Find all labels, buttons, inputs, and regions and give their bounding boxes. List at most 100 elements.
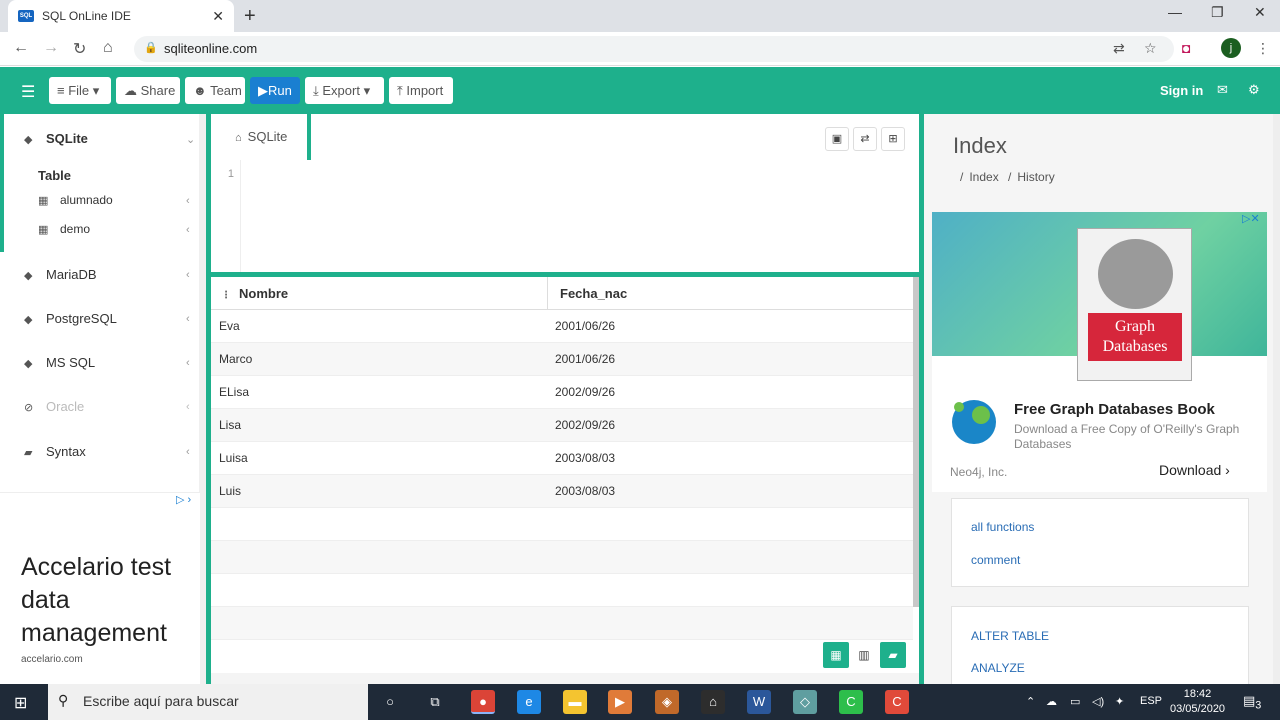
profile-avatar[interactable]: j <box>1221 38 1241 58</box>
bookmark-star-icon[interactable]: ☆ <box>1144 40 1157 57</box>
battery-icon[interactable]: ▭ <box>1070 695 1080 708</box>
media-icon[interactable]: ▶ <box>608 690 632 714</box>
grid-view-icon[interactable]: ▦ <box>823 642 849 668</box>
sql-favicon-icon: SQL <box>18 10 34 22</box>
sidebar-item-mariadb[interactable]: ◆ MariaDB <box>24 267 97 282</box>
sidebar-item-postgresql[interactable]: ◆ PostgreSQL <box>24 311 117 326</box>
table-row[interactable]: Marco 2001/06/26 <box>211 343 913 376</box>
cortana-icon[interactable]: ○ <box>378 690 402 714</box>
add-tab-icon[interactable]: ⊞ <box>881 127 905 151</box>
table-row[interactable]: Luisa 2003/08/03 <box>211 442 913 475</box>
download-button[interactable]: Download › <box>1159 462 1230 478</box>
app-icon[interactable]: ◇ <box>793 690 817 714</box>
results-scrollbar[interactable] <box>913 277 919 607</box>
edge-icon[interactable]: e <box>517 690 541 714</box>
minimize-icon[interactable]: — <box>1168 4 1182 20</box>
adchoices-icon[interactable]: ▷✕ <box>1242 212 1260 225</box>
chevron-left-icon[interactable]: ‹ <box>186 313 190 325</box>
dropbox-icon[interactable]: ✦ <box>1115 695 1124 708</box>
tab-sqlite[interactable]: ⌂ SQLite <box>211 114 311 160</box>
link-alter-table[interactable]: ALTER TABLE <box>971 629 1049 643</box>
chevron-left-icon[interactable]: ‹ <box>186 446 190 458</box>
link-all-functions[interactable]: all functions <box>971 520 1034 534</box>
recorder-icon[interactable]: C <box>885 690 909 714</box>
sidebar-item-oracle[interactable]: ⊘ Oracle <box>24 399 84 414</box>
clock[interactable]: 18:42 03/05/2020 <box>1170 687 1225 717</box>
file-button[interactable]: ≡ File ▾ <box>49 77 111 104</box>
sidebar-item-sqlite[interactable]: ◆ SQLite <box>24 131 88 146</box>
chevron-down-icon[interactable]: ⌄ <box>186 133 195 146</box>
sidebar-ad[interactable]: ▷ › Accelario test data management accel… <box>0 492 200 684</box>
volume-icon[interactable]: ◁) <box>1092 695 1104 708</box>
neo4j-ad[interactable]: ▷✕ Graph Databases Free Graph Databases … <box>932 212 1267 492</box>
chrome-icon[interactable]: ● <box>471 690 495 714</box>
refresh-icon[interactable]: ⇄ <box>853 127 877 151</box>
home-icon[interactable]: ⌂ <box>103 39 113 57</box>
notifications-icon[interactable]: ▤3 <box>1243 693 1261 712</box>
window-close-icon[interactable]: ✕ <box>1254 4 1266 21</box>
sidebar-item-alumnado[interactable]: ▦ alumnado <box>38 193 113 207</box>
sidebar-item-syntax[interactable]: ▰ Syntax <box>24 444 86 459</box>
chevron-left-icon[interactable]: ‹ <box>186 224 190 236</box>
table-row[interactable]: Lisa 2002/09/26 <box>211 409 913 442</box>
chart-view-icon[interactable]: ▥ <box>851 642 877 668</box>
language-indicator[interactable]: ESP <box>1140 695 1162 707</box>
chevron-left-icon[interactable]: ‹ <box>186 357 190 369</box>
sidebar-item-mssql[interactable]: ◆ MS SQL <box>24 355 95 370</box>
tray-chevron-icon[interactable]: ⌃ <box>1026 695 1035 708</box>
team-button[interactable]: ☻ Team <box>185 77 245 104</box>
export-button[interactable]: ⤓ Export ▾ <box>305 77 384 104</box>
ad-title[interactable]: Free Graph Databases Book <box>1014 401 1215 418</box>
onedrive-icon[interactable]: ☁ <box>1046 695 1057 708</box>
sign-in-link[interactable]: Sign in <box>1160 83 1203 98</box>
table-row[interactable]: Luis 2003/08/03 <box>211 475 913 508</box>
file-explorer-icon[interactable]: ▬ <box>563 690 587 714</box>
breadcrumb-history[interactable]: History <box>1017 170 1054 184</box>
url-input[interactable]: 🔒 sqliteonline.com <box>134 36 1174 62</box>
results-header: ⋮ Nombre Fecha_nac <box>211 277 913 310</box>
column-header-fecha[interactable]: Fecha_nac <box>549 277 627 301</box>
share-button[interactable]: ☁ Share <box>116 77 180 104</box>
sql-editor[interactable]: 1 <box>211 160 919 272</box>
link-comment[interactable]: comment <box>971 553 1020 567</box>
link-analyze[interactable]: ANALYZE <box>971 661 1025 675</box>
import-button[interactable]: ⤒ Import <box>389 77 453 104</box>
right-panel-scrollbar[interactable] <box>1273 114 1280 684</box>
table-row[interactable]: Eva 2001/06/26 <box>211 310 913 343</box>
new-tab-button[interactable]: + <box>244 5 256 28</box>
browser-tab[interactable]: SQL SQL OnLine IDE ✕ <box>8 0 234 32</box>
text-view-icon[interactable]: ▰ <box>880 642 906 668</box>
browser-menu-icon[interactable]: ⋮ <box>1256 40 1270 57</box>
extension-icon[interactable]: ◘ <box>1182 40 1190 56</box>
task-view-icon[interactable]: ⧉ <box>423 690 447 714</box>
translate-icon[interactable]: ⇄ <box>1113 40 1125 57</box>
camtasia-icon[interactable]: C <box>839 690 863 714</box>
hamburger-menu-icon[interactable]: ☰ <box>21 82 35 102</box>
close-tab-icon[interactable]: ✕ <box>212 8 224 25</box>
drag-handle-icon[interactable]: ⋮ <box>221 290 231 301</box>
column-header-nombre[interactable]: ⋮ Nombre <box>211 277 548 310</box>
reload-icon[interactable]: ↻ <box>73 39 86 59</box>
chevron-left-icon[interactable]: ‹ <box>186 269 190 281</box>
clock-time: 18:42 <box>1183 688 1212 700</box>
table-row[interactable]: ELisa 2002/09/26 <box>211 376 913 409</box>
save-icon[interactable]: ▣ <box>825 127 849 151</box>
breadcrumb-index[interactable]: Index <box>969 170 998 184</box>
back-icon[interactable]: ← <box>13 39 29 57</box>
sidebar-item-demo[interactable]: ▦ demo <box>38 222 90 236</box>
settings-gear-icon[interactable]: ⚙ <box>1248 82 1260 98</box>
mail-icon[interactable]: ✉ <box>1217 82 1228 98</box>
adchoices-icon[interactable]: ▷ › <box>176 493 191 506</box>
taskbar-search-input[interactable]: ⚲ Escribe aquí para buscar <box>48 684 368 720</box>
run-button[interactable]: ▶Run <box>250 77 300 104</box>
app-icon[interactable]: ◈ <box>655 690 679 714</box>
maximize-icon[interactable]: ❐ <box>1211 4 1224 21</box>
sidebar-scrollbar[interactable] <box>199 114 206 684</box>
windows-start-icon[interactable]: ⊞ <box>14 693 27 713</box>
forward-icon[interactable]: → <box>43 39 59 57</box>
store-icon[interactable]: ⌂ <box>701 690 725 714</box>
chevron-left-icon[interactable]: ‹ <box>186 401 190 413</box>
chevron-left-icon[interactable]: ‹ <box>186 195 190 207</box>
word-icon[interactable]: W <box>747 690 771 714</box>
alumnado-label: alumnado <box>60 193 113 207</box>
